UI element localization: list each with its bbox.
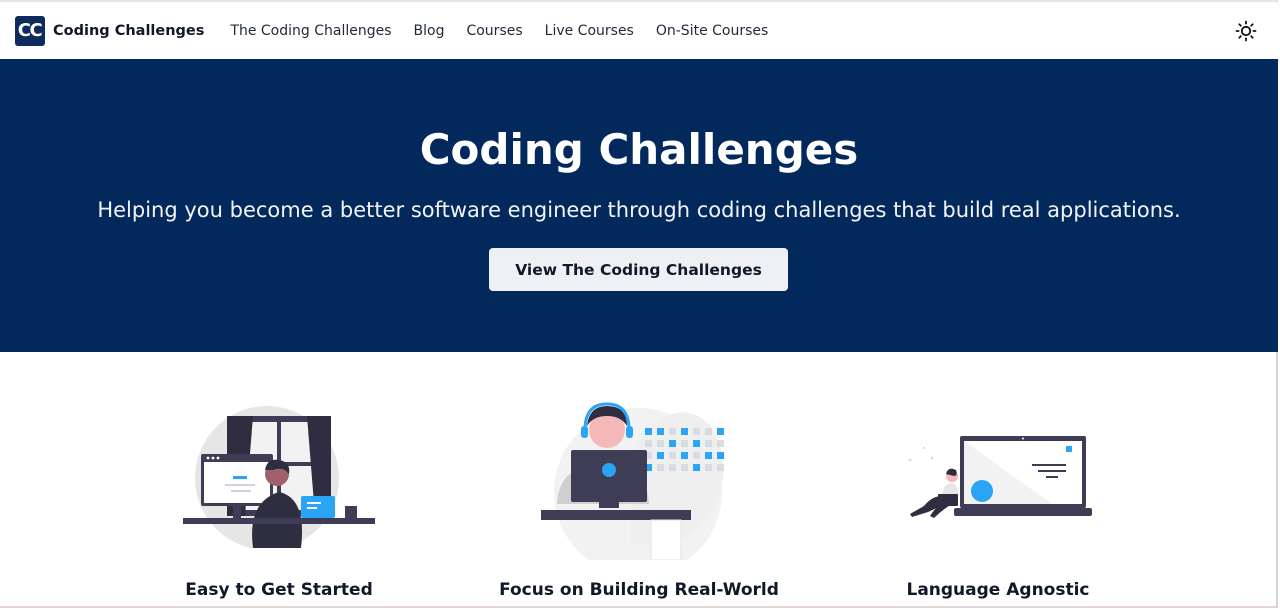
nav-link-courses[interactable]: Courses [466, 23, 522, 39]
nav-link-the-coding-challenges[interactable]: The Coding Challenges [230, 23, 391, 39]
person-with-laptop-illustration [908, 436, 1092, 518]
theme-toggle-button[interactable] [1235, 20, 1257, 42]
brand-name: Coding Challenges [53, 22, 205, 39]
developer-at-desk-illustration [183, 406, 375, 548]
developer-with-headset-illustration [541, 402, 724, 560]
feature-easy-to-get-started: Easy to Get Started [99, 400, 459, 610]
nav-links: The Coding Challenges Blog Courses Live … [230, 23, 790, 39]
nav-link-blog[interactable]: Blog [414, 23, 445, 39]
feature-focus-on-building: Focus on Building Real-World [459, 400, 819, 610]
feature-title: Language Agnostic [906, 580, 1090, 600]
feature-language-agnostic: Language Agnostic [818, 400, 1178, 610]
hero-subtitle: Helping you become a better software eng… [97, 198, 1181, 222]
navbar: CC Coding Challenges The Coding Challeng… [0, 2, 1278, 59]
nav-link-live-courses[interactable]: Live Courses [545, 23, 634, 39]
hero-section: Coding Challenges Helping you become a b… [0, 59, 1278, 352]
brand-link[interactable]: CC Coding Challenges [15, 15, 205, 46]
hero-title: Coding Challenges [419, 125, 859, 174]
logo: CC [15, 15, 45, 46]
view-challenges-button[interactable]: View The Coding Challenges [489, 248, 788, 291]
feature-title: Focus on Building Real-World [499, 580, 779, 600]
feature-title: Easy to Get Started [185, 580, 373, 600]
sun-icon [1235, 20, 1257, 42]
nav-link-on-site-courses[interactable]: On-Site Courses [656, 23, 768, 39]
